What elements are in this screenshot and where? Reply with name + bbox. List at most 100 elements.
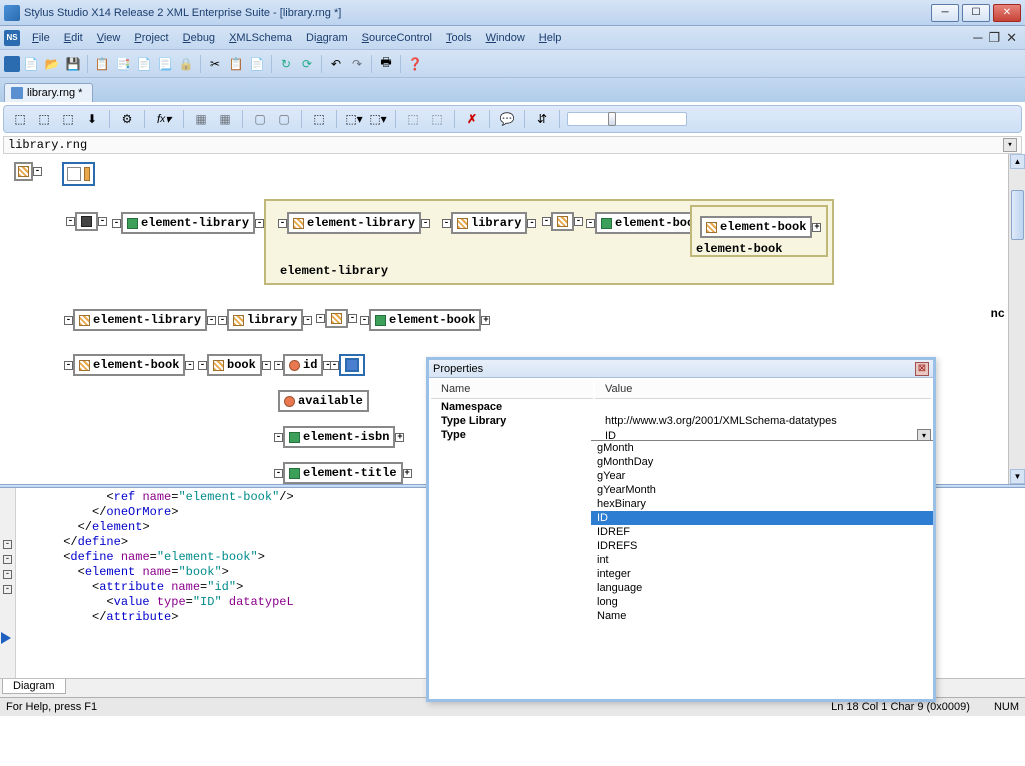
- r2h4[interactable]: -: [303, 316, 312, 325]
- scroll-up[interactable]: ▲: [1010, 154, 1025, 169]
- root-choice-node[interactable]: [14, 162, 33, 181]
- menu-file[interactable]: File: [26, 30, 56, 46]
- st-7[interactable]: ▦: [215, 109, 235, 129]
- menu-debug[interactable]: Debug: [177, 30, 221, 46]
- r2h7[interactable]: -: [360, 316, 369, 325]
- h8[interactable]: -: [527, 219, 536, 228]
- zoom-slider[interactable]: [567, 112, 687, 126]
- tb-3[interactable]: 📄: [134, 54, 154, 74]
- selected-view-node[interactable]: [62, 162, 95, 186]
- n-el-title[interactable]: element-title: [283, 462, 403, 484]
- st-9[interactable]: ▢: [274, 109, 294, 129]
- maximize-button[interactable]: ☐: [962, 4, 990, 22]
- st-3[interactable]: ⬚: [58, 109, 78, 129]
- menu-view[interactable]: View: [91, 30, 127, 46]
- st-10[interactable]: ⬚: [309, 109, 329, 129]
- r3h9[interactable]: +: [395, 433, 404, 442]
- opt-gmonthday[interactable]: gMonthDay: [591, 455, 933, 469]
- undo-icon[interactable]: ↶: [326, 54, 346, 74]
- n-el-book2[interactable]: element-book: [369, 309, 481, 331]
- prop-namespace-value[interactable]: [595, 401, 931, 413]
- mdi-close[interactable]: ✕: [1006, 30, 1017, 46]
- tb-2[interactable]: 📑: [113, 54, 133, 74]
- st-13[interactable]: ⬚: [403, 109, 423, 129]
- mdi-restore[interactable]: ❐: [988, 30, 1000, 46]
- h9[interactable]: -: [542, 217, 551, 226]
- st-1[interactable]: ⬚: [10, 109, 30, 129]
- st-4[interactable]: ⬇: [82, 109, 102, 129]
- h5[interactable]: -: [278, 219, 287, 228]
- r2h1[interactable]: -: [64, 316, 73, 325]
- fold-3[interactable]: -: [3, 570, 12, 579]
- opt-gmonth[interactable]: gMonth: [591, 441, 933, 455]
- menu-window[interactable]: Window: [480, 30, 531, 46]
- opt-gyear[interactable]: gYear: [591, 469, 933, 483]
- r3h5[interactable]: -: [274, 361, 283, 370]
- tb-1[interactable]: 📋: [92, 54, 112, 74]
- n-available[interactable]: available: [278, 390, 369, 412]
- h1[interactable]: -: [66, 217, 75, 226]
- fold-2[interactable]: -: [3, 555, 12, 564]
- n-book[interactable]: book: [207, 354, 262, 376]
- st-2[interactable]: ⬚: [34, 109, 54, 129]
- r2h8[interactable]: +: [481, 316, 490, 325]
- r3h1[interactable]: -: [64, 361, 73, 370]
- h4[interactable]: -: [255, 219, 264, 228]
- n-el-lib3[interactable]: element-library: [73, 309, 207, 331]
- r2h2[interactable]: -: [207, 316, 216, 325]
- opt-int[interactable]: int: [591, 553, 933, 567]
- opt-name[interactable]: Name: [591, 609, 933, 623]
- lock-icon[interactable]: 🔒: [176, 54, 196, 74]
- scroll-down[interactable]: ▼: [1010, 469, 1025, 484]
- minimize-button[interactable]: ─: [931, 4, 959, 22]
- r2h6[interactable]: -: [348, 314, 357, 323]
- help-icon[interactable]: ❓: [405, 54, 425, 74]
- refresh-icon[interactable]: ↻: [276, 54, 296, 74]
- opt-language[interactable]: language: [591, 581, 933, 595]
- path-dropdown[interactable]: ▾: [1003, 138, 1017, 152]
- fold-4[interactable]: -: [3, 585, 12, 594]
- menu-edit[interactable]: Edit: [58, 30, 89, 46]
- tab-diagram[interactable]: Diagram: [2, 679, 66, 694]
- r3h11[interactable]: +: [403, 469, 412, 478]
- n-library2[interactable]: library: [227, 309, 303, 331]
- r3h4[interactable]: -: [262, 361, 271, 370]
- menu-diagram[interactable]: Diagram: [300, 30, 354, 46]
- save-icon[interactable]: 💾: [63, 54, 83, 74]
- r3h3[interactable]: -: [198, 361, 207, 370]
- menu-xmlschema[interactable]: XMLSchema: [223, 30, 298, 46]
- h12b[interactable]: +: [812, 223, 821, 232]
- menu-tools[interactable]: Tools: [440, 30, 478, 46]
- expand-handle[interactable]: -: [33, 167, 42, 176]
- prop-typelib-value[interactable]: http://www.w3.org/2001/XMLSchema-datatyp…: [595, 415, 931, 427]
- h11[interactable]: -: [586, 219, 595, 228]
- paste-icon[interactable]: 📄: [247, 54, 267, 74]
- st-11[interactable]: ⬚▾: [344, 109, 364, 129]
- st-6[interactable]: ▦: [191, 109, 211, 129]
- n-el-lib1[interactable]: element-library: [121, 212, 255, 234]
- properties-close-button[interactable]: ⊠: [915, 362, 929, 376]
- n-id[interactable]: id: [283, 354, 323, 376]
- r2h3[interactable]: -: [218, 316, 227, 325]
- h3[interactable]: -: [112, 219, 121, 228]
- print-icon[interactable]: 🖶: [376, 54, 396, 74]
- delete-icon[interactable]: ✗: [462, 109, 482, 129]
- st-14[interactable]: ⬚: [427, 109, 447, 129]
- comment-icon[interactable]: 💬: [497, 109, 517, 129]
- r3h2[interactable]: -: [185, 361, 194, 370]
- tb-4[interactable]: 📃: [155, 54, 175, 74]
- mdi-minimize[interactable]: ─: [973, 30, 982, 46]
- n-el-isbn[interactable]: element-isbn: [283, 426, 395, 448]
- new-icon[interactable]: 📄: [21, 54, 41, 74]
- close-button[interactable]: ✕: [993, 4, 1021, 22]
- opt-long[interactable]: long: [591, 595, 933, 609]
- menu-sourcecontrol[interactable]: SourceControl: [356, 30, 438, 46]
- menu-help[interactable]: Help: [533, 30, 568, 46]
- r3h7[interactable]: -: [330, 361, 339, 370]
- h6[interactable]: -: [421, 219, 430, 228]
- st-5[interactable]: ⚙: [117, 109, 137, 129]
- properties-titlebar[interactable]: Properties ⊠: [429, 360, 933, 378]
- opt-gyearmonth[interactable]: gYearMonth: [591, 483, 933, 497]
- open-icon[interactable]: 📂: [42, 54, 62, 74]
- n-el-lib2[interactable]: element-library: [287, 212, 421, 234]
